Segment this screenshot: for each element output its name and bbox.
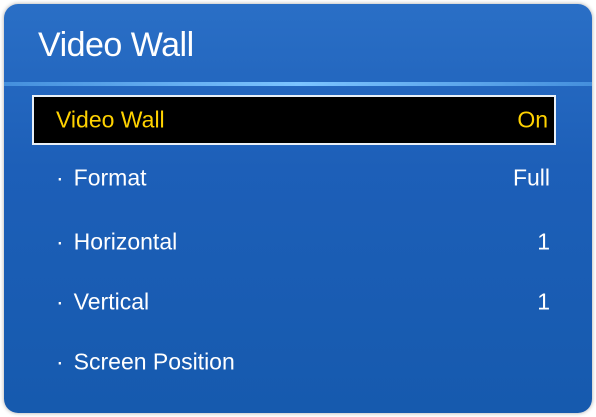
menu-item-label-text: Format [73, 164, 147, 191]
menu-item-label: · Screen Position [56, 349, 235, 376]
menu-item-label-text: Screen Position [73, 348, 235, 375]
menu-item-value: 1 [537, 228, 550, 255]
bullet-dot: · [56, 288, 64, 315]
menu-item-screen-position[interactable]: · Screen Position [56, 337, 556, 387]
title-divider [4, 82, 592, 86]
menu-item-label-text: Horizontal [73, 228, 178, 255]
menu-item-video-wall[interactable]: Video Wall On [32, 95, 556, 145]
menu-title: Video Wall [38, 26, 194, 64]
menu-item-label: · Horizontal [56, 229, 177, 256]
menu-item-label-text: Vertical [73, 288, 150, 315]
menu-item-vertical[interactable]: · Vertical 1 [56, 277, 556, 327]
menu-item-label: · Vertical [56, 289, 149, 316]
menu-item-horizontal[interactable]: · Horizontal 1 [56, 217, 556, 267]
menu-item-value: 1 [537, 288, 550, 315]
bullet-dot: · [56, 228, 64, 255]
menu-item-value: Full [512, 164, 550, 191]
menu-item-label: Video Wall [56, 106, 165, 133]
menu-item-value: On [517, 106, 548, 133]
menu-item-format[interactable]: · Format Full [56, 153, 556, 203]
video-wall-menu-panel: Video Wall Video Wall On · Format Full · H… [4, 4, 592, 413]
bullet-dot: · [56, 164, 64, 191]
menu-item-label: · Format [56, 165, 147, 192]
bullet-dot: · [56, 348, 64, 375]
